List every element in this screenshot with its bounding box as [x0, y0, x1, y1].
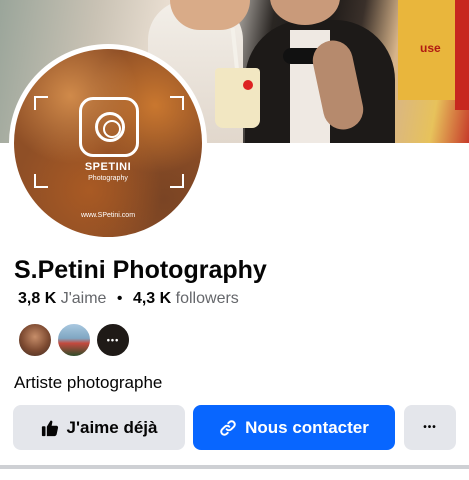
cover-sign-text: use — [420, 41, 441, 55]
cover-cup-logo — [243, 80, 253, 90]
follower-avatar[interactable] — [56, 322, 92, 358]
profile-picture[interactable]: SPETINI Photography www.SPetini.com — [9, 44, 207, 242]
more-options-button[interactable]: ••• — [404, 405, 456, 450]
frame-corner-icon — [34, 96, 48, 110]
camera-logo-icon — [79, 97, 139, 157]
contact-button-label: Nous contacter — [245, 417, 369, 437]
logo-url: www.SPetini.com — [80, 212, 136, 219]
follower-avatar[interactable] — [17, 322, 53, 358]
link-icon — [219, 419, 237, 437]
camera-lens-icon — [95, 112, 125, 142]
logo-subtitle: Photography — [88, 175, 128, 182]
cover-sign-stripe — [455, 0, 469, 110]
more-followers-icon[interactable]: ••• — [95, 322, 131, 358]
logo-brand: SPETINI — [84, 161, 132, 173]
more-options-icon: ••• — [423, 422, 437, 433]
follower-avatars[interactable]: ••• — [17, 322, 137, 358]
more-followers-glyph: ••• — [106, 334, 120, 345]
thumbs-up-icon — [41, 419, 59, 437]
followers-count: 4,3 K — [132, 290, 172, 307]
page-title: S.Petini Photography — [14, 256, 267, 284]
followers-label[interactable]: followers — [176, 290, 239, 307]
liked-button[interactable]: J'aime déjà — [13, 405, 185, 450]
stats-separator: • — [116, 290, 123, 307]
frame-corner-icon — [170, 96, 184, 110]
contact-button[interactable]: Nous contacter — [193, 405, 395, 450]
cover-cup — [215, 68, 260, 128]
likes-label[interactable]: J'aime — [61, 290, 107, 307]
likes-count: 3,8 K — [18, 290, 57, 307]
liked-button-label: J'aime déjà — [66, 417, 158, 437]
section-divider — [0, 465, 469, 469]
profile-picture-image: SPETINI Photography www.SPetini.com — [14, 49, 202, 237]
page-stats: 3,8 K J'aime • 4,3 K followers — [18, 290, 239, 308]
page-category: Artiste photographe — [14, 373, 163, 392]
